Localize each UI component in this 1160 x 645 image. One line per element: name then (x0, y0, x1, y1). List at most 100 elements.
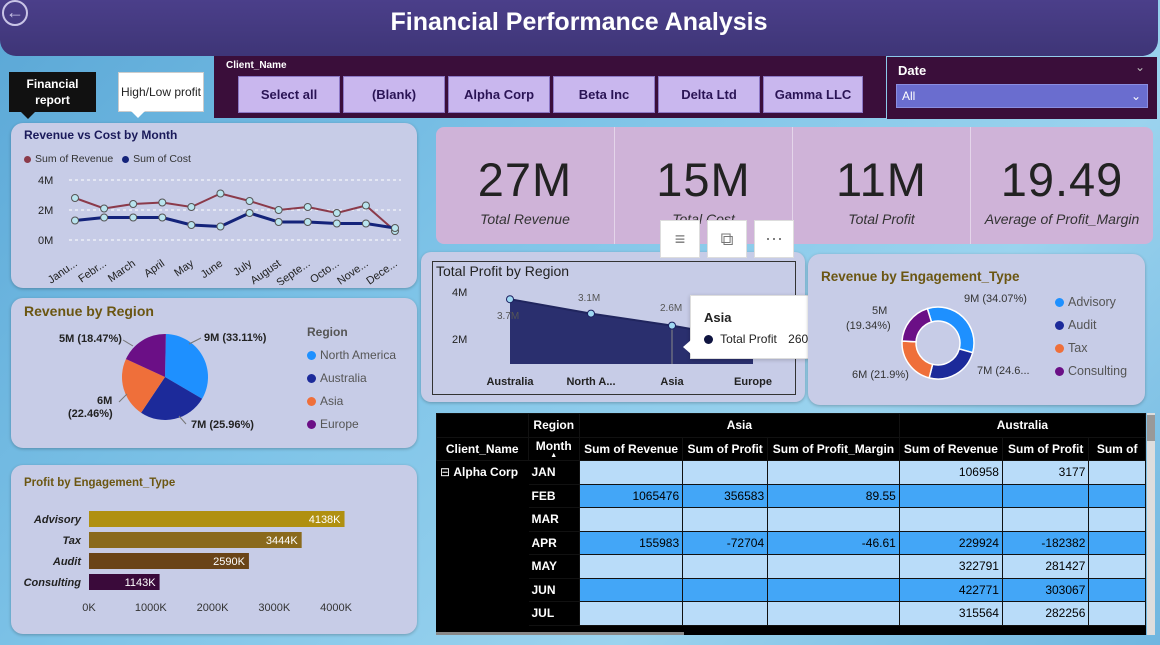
filter-icon[interactable]: ≡ (660, 220, 700, 258)
x-tick-label: 4000K (320, 602, 352, 614)
bar-data-label: 3444K (266, 535, 298, 547)
x-tick-label: 0K (82, 602, 96, 614)
col-header[interactable]: Sum of Profit (682, 436, 769, 461)
leader-line (122, 339, 134, 347)
table-cell (578, 507, 684, 532)
cost-line (74, 211, 396, 230)
data-point (303, 203, 312, 211)
region-header-label: Region (527, 413, 580, 438)
table-row[interactable]: APR 155983 -72704 -46.61 229924 -182382 (436, 530, 1146, 555)
table-cell: 106958 (898, 460, 1003, 485)
revenue-line (74, 192, 396, 232)
legend-advisory[interactable]: Advisory (1055, 291, 1127, 314)
vertical-scrollbar-thumb[interactable] (1147, 415, 1155, 441)
legend-australia[interactable]: Australia (307, 367, 396, 390)
x-tick-label: 3000K (258, 602, 290, 614)
slice-label: 7M (25.96%) (191, 419, 254, 431)
table-row[interactable]: JUL 315564 282256 (436, 601, 1146, 626)
legend-europe[interactable]: Europe (307, 413, 396, 436)
client-option-gamma-llc[interactable]: Gamma LLC (763, 76, 863, 113)
col-header[interactable]: Sum of Revenue (898, 436, 1003, 461)
more-options-icon[interactable]: ⋯ (754, 220, 794, 258)
col-header[interactable]: Sum of Revenue (578, 436, 684, 461)
date-dropdown[interactable]: All ⌄ (896, 84, 1148, 108)
client-option-delta-ltd[interactable]: Delta Ltd (658, 76, 760, 113)
region-header-asia[interactable]: Asia (579, 413, 900, 438)
col-header[interactable]: Sum of Profit_Margin (767, 436, 900, 461)
client-option-select-all[interactable]: Select all (238, 76, 340, 113)
client-row-spacer (436, 483, 529, 508)
data-point (129, 213, 138, 222)
slice-label: (19.34%) (846, 320, 891, 332)
data-point (158, 198, 167, 207)
table-cell (682, 577, 769, 602)
matrix-table: Region Asia Australia Client_Name Month ▲… (436, 413, 1146, 635)
legend-consulting[interactable]: Consulting (1055, 360, 1127, 383)
kpi-value: 11M (836, 153, 927, 206)
table-cell (578, 554, 684, 579)
point-label: 2.6M (660, 303, 682, 314)
col-header[interactable]: Sum of Profit (1001, 436, 1090, 461)
focus-mode-icon[interactable]: ⧉ (707, 220, 747, 258)
back-arrow-icon[interactable]: ← (2, 0, 28, 26)
table-cell (1001, 483, 1090, 508)
x-tick-label: Febr... (76, 258, 108, 285)
table-row[interactable]: FEB 1065476 356583 89.55 (436, 483, 1146, 508)
col-header[interactable]: Sum of (1088, 436, 1146, 461)
table-cell (1088, 507, 1146, 532)
legend-asia[interactable]: Asia (307, 390, 396, 413)
slice-label: 9M (34.07%) (964, 293, 1027, 305)
client-row-spacer (436, 530, 529, 555)
table-row[interactable]: MAY 322791 281427 (436, 554, 1146, 579)
donut-slice-audit (928, 347, 974, 380)
data-point (274, 206, 283, 214)
x-tick-label: Australia (486, 376, 534, 388)
kpi-total-profit[interactable]: 11M Total Profit (793, 127, 971, 244)
vertical-scrollbar-track[interactable] (1147, 413, 1155, 635)
month-header[interactable]: Month ▲ (527, 436, 580, 461)
legend-tax[interactable]: Tax (1055, 337, 1127, 360)
collapse-icon[interactable]: ⊟ (440, 465, 453, 479)
chevron-down-icon[interactable]: ⌄ (1135, 60, 1145, 74)
data-point (100, 213, 109, 222)
legend-audit[interactable]: Audit (1055, 314, 1127, 337)
table-cell: 3177 (1001, 460, 1090, 485)
table-cell (578, 601, 684, 626)
client-option-beta-inc[interactable]: Beta Inc (553, 76, 655, 113)
data-point (216, 222, 225, 231)
client-row-spacer (436, 507, 529, 532)
client-option-blank[interactable]: (Blank) (343, 76, 445, 113)
horizontal-scrollbar[interactable] (436, 632, 684, 635)
kpi-total-revenue[interactable]: 27M Total Revenue (436, 127, 615, 244)
table-row[interactable]: MAR (436, 507, 1146, 532)
slice-label: 7M (24.6... (977, 365, 1030, 377)
high-low-profit-button[interactable]: High/Low profit (118, 72, 204, 118)
table-cell (1088, 460, 1146, 485)
profit-region-title: Total Profit by Region (436, 263, 570, 279)
kpi-average-profit-margin[interactable]: 19.49 Average of Profit_Margin (971, 127, 1153, 244)
profit-engagement-title: Profit by Engagement_Type (24, 477, 176, 489)
client-slicer-title: Client_Name (226, 60, 287, 71)
table-cell (1088, 554, 1146, 579)
region-header-australia[interactable]: Australia (898, 413, 1146, 438)
month-cell: JUN (527, 577, 580, 602)
client-option-alpha-corp[interactable]: Alpha Corp (448, 76, 550, 113)
table-row[interactable]: JUN 422771 303067 (436, 577, 1146, 602)
bar-category-label: Advisory (33, 514, 82, 526)
client-row-header[interactable]: ⊟ Alpha Corp (436, 460, 529, 485)
data-point (187, 203, 196, 211)
legend-north-america[interactable]: North America (307, 344, 396, 367)
kpi-label: Total Profit (848, 211, 915, 227)
slice-label: 5M (872, 305, 887, 317)
data-point (187, 221, 196, 229)
financial-report-button[interactable]: Financial report (9, 72, 96, 119)
cost-legend-label: Sum of Cost (133, 153, 191, 165)
table-row[interactable]: ⊟ Alpha Corp JAN 106958 3177 (436, 460, 1146, 485)
data-point (100, 204, 109, 213)
cost-legend-dot (122, 155, 130, 163)
slice-label: 5M (18.47%) (59, 333, 122, 345)
y-tick-label: 4M (38, 175, 53, 187)
client-name-header[interactable]: Client_Name (436, 436, 529, 461)
y-tick-label: 4M (452, 287, 467, 299)
y-tick-label: 2M (38, 205, 53, 217)
